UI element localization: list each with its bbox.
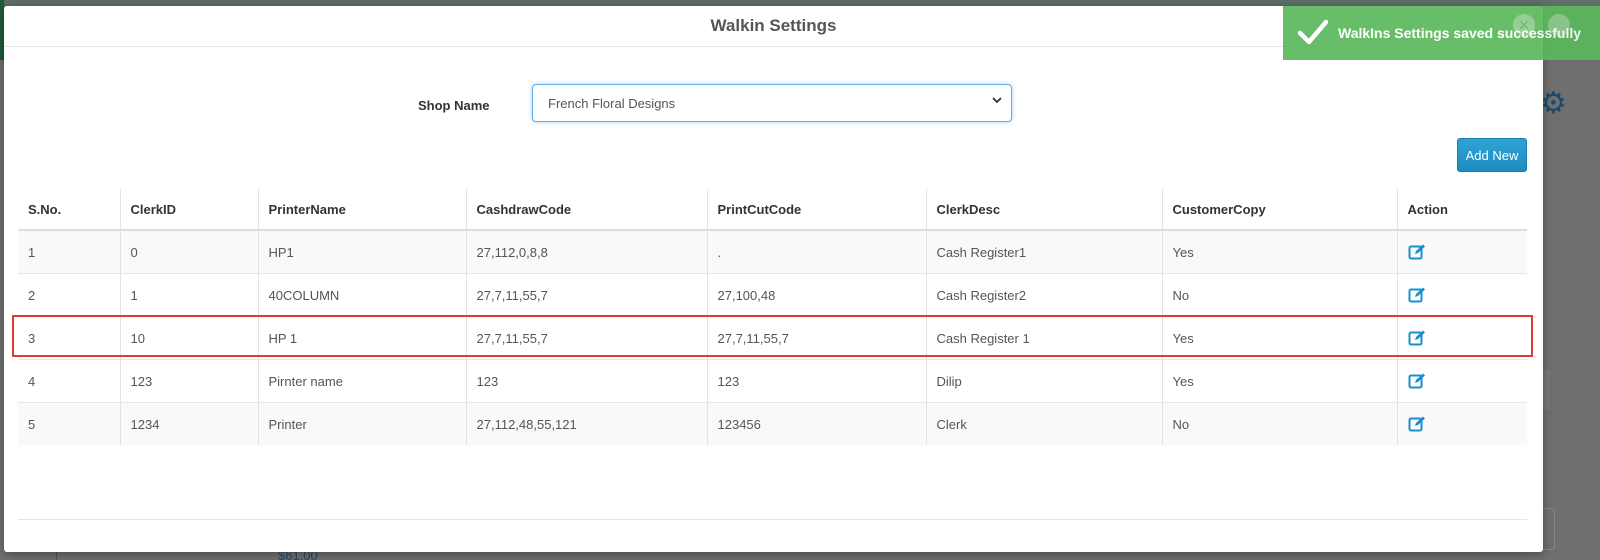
modal-title: Walkin Settings <box>710 16 837 35</box>
toast-message: WalkIns Settings saved successfully <box>1338 25 1582 41</box>
cell-sno: 3 <box>18 316 120 360</box>
cell-printername: Pirnter name <box>257 359 466 403</box>
modal-footer-divider <box>18 519 1527 520</box>
cell-clerkid: 1234 <box>119 402 258 445</box>
table-row: 2 1 40COLUMN 27,7,11,55,7 27,100,48 Cash Regi… <box>18 273 1527 317</box>
header-clerkid[interactable]: ClerkID <box>119 189 258 231</box>
walkin-table: S.No. ClerkID PrinterName CashdrawCode P… <box>18 189 1527 445</box>
edit-icon[interactable] <box>1408 286 1426 304</box>
cell-clerkdesc: Dilip <box>925 359 1162 403</box>
cell-cashdrawcode: 27,7,11,55,7 <box>465 316 707 360</box>
header-printername[interactable]: PrinterName <box>257 189 466 231</box>
cell-clerkdesc: Cash Register 1 <box>925 316 1162 360</box>
cell-clerkdesc: Cash Register1 <box>925 229 1162 274</box>
cell-customercopy: No <box>1161 273 1397 317</box>
cell-sno: 4 <box>18 359 120 403</box>
cell-printername: HP 1 <box>257 316 466 360</box>
cell-clerkid: 10 <box>119 316 258 360</box>
cell-clerkid: 1 <box>119 273 258 317</box>
gear-icon[interactable]: ⚙ <box>1540 86 1567 121</box>
cell-clerkid: 123 <box>119 359 258 403</box>
cell-printcutcode: 27,100,48 <box>706 273 926 317</box>
cell-action <box>1396 402 1527 445</box>
cell-clerkdesc: Clerk <box>925 402 1162 445</box>
table-row: 5 1234 Printer 27,112,48,55,121 123456 Clerk N… <box>18 402 1527 445</box>
table-header-row: S.No. ClerkID PrinterName CashdrawCode P… <box>18 189 1527 231</box>
cell-customercopy: No <box>1161 402 1397 445</box>
shop-name-value: French Floral Designs <box>548 96 676 111</box>
cell-clerkid: 0 <box>119 229 258 274</box>
header-cashdrawcode[interactable]: CashdrawCode <box>465 189 707 231</box>
edit-icon[interactable] <box>1408 415 1426 433</box>
cell-customercopy: Yes <box>1161 229 1397 274</box>
cell-clerkdesc: Cash Register2 <box>925 273 1162 317</box>
cell-printername: Printer <box>257 402 466 445</box>
cell-cashdrawcode: 27,7,11,55,7 <box>465 273 707 317</box>
cell-printername: 40COLUMN <box>257 273 466 317</box>
table-row: 3 10 HP 1 27,7,11,55,7 27,7,11,55,7 Cash Regi… <box>18 316 1527 360</box>
cell-printcutcode: 123456 <box>706 402 926 445</box>
cell-sno: 2 <box>18 273 120 317</box>
header-customercopy[interactable]: CustomerCopy <box>1161 189 1397 231</box>
shop-name-label: Shop Name <box>418 98 490 113</box>
add-new-button[interactable]: Add New <box>1457 138 1527 172</box>
header-clerkdesc[interactable]: ClerkDesc <box>925 189 1162 231</box>
cell-action <box>1396 359 1527 403</box>
cell-customercopy: Yes <box>1161 316 1397 360</box>
edit-icon[interactable] <box>1408 372 1426 390</box>
table-row: 4 123 Pirnter name 123 123 Dilip Yes <box>18 359 1527 403</box>
cell-printcutcode: . <box>706 229 926 274</box>
edit-icon[interactable] <box>1408 243 1426 261</box>
cell-cashdrawcode: 123 <box>465 359 707 403</box>
edit-icon[interactable] <box>1408 329 1426 347</box>
cell-printcutcode: 27,7,11,55,7 <box>706 316 926 360</box>
cell-action <box>1396 316 1527 360</box>
cell-printername: HP1 <box>257 229 466 274</box>
header-action: Action <box>1396 189 1527 231</box>
cell-printcutcode: 123 <box>706 359 926 403</box>
shop-name-select[interactable]: French Floral Designs <box>532 84 1012 122</box>
cell-action <box>1396 273 1527 317</box>
cell-sno: 5 <box>18 402 120 445</box>
table-row: 1 0 HP1 27,112,0,8,8. Cash Register1 Yes <box>18 229 1527 274</box>
chevron-down-icon <box>991 94 1003 109</box>
cell-action <box>1396 229 1527 274</box>
header-sno[interactable]: S.No. <box>18 189 120 231</box>
shop-row: Shop Name French Floral Designs <box>4 84 1543 124</box>
cell-cashdrawcode: 27,112,48,55,121 <box>465 402 707 445</box>
success-toast[interactable]: ✕ WalkIns Settings saved successfully <box>1283 6 1600 60</box>
check-icon <box>1297 17 1329 50</box>
cell-customercopy: Yes <box>1161 359 1397 403</box>
cell-cashdrawcode: 27,112,0,8,8 <box>465 229 707 274</box>
cell-sno: 1 <box>18 229 120 274</box>
header-printcutcode[interactable]: PrintCutCode <box>706 189 926 231</box>
